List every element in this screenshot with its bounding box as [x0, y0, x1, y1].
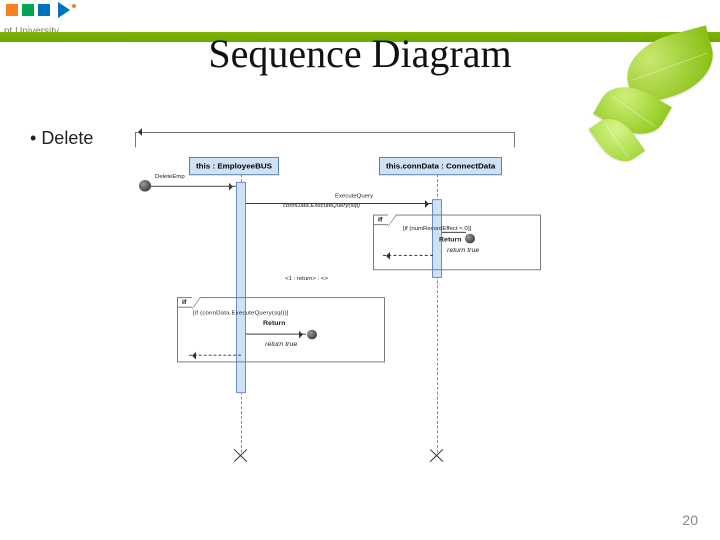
- lifeline-destroy-icon: [234, 449, 248, 462]
- msg-executequery-label: ExecuteQuery: [335, 193, 373, 199]
- fragment-if-2: if: [177, 297, 385, 362]
- return-endpoint-icon: [465, 234, 475, 244]
- msg-return-to-emp-label: <1 : return> : <>: [285, 276, 328, 282]
- page-number: 20: [682, 512, 698, 528]
- lifeline-head-employeebus: this : EmployeeBUS: [189, 157, 279, 175]
- fragment-if-2-return-val: return true: [265, 341, 297, 348]
- fragment-if-1-return-kw: Return: [439, 237, 462, 244]
- fragment-if-2-label: if: [177, 297, 192, 308]
- fragment-if-2-guard: [if (connData.ExecuteQuery(sql))]: [193, 311, 289, 317]
- bullet-delete: Delete: [30, 128, 93, 149]
- leaf-decoration: [570, 28, 720, 178]
- return-endpoint-line: [442, 232, 466, 233]
- fragment-if-2-return-kw: Return: [263, 320, 286, 327]
- return-within-frag1: [383, 255, 433, 256]
- system-frame: [135, 132, 515, 147]
- logo-triangle-icon: [58, 2, 70, 18]
- fragment-if-1-return-val: return true: [447, 247, 479, 254]
- logo-dot-icon: [72, 4, 76, 8]
- actor-call-arrow: [151, 186, 236, 187]
- return-line-frag2: [246, 334, 306, 335]
- lifeline-destroy-icon: [430, 449, 444, 462]
- logo-square-orange: [6, 4, 18, 16]
- return-endpoint-icon: [307, 330, 317, 340]
- logo-square-blue: [38, 4, 50, 16]
- msg-executequery-expr: connData.ExecuteQuery(sql): [283, 203, 360, 209]
- actor-icon: [139, 180, 151, 192]
- actor-call-label: DeleteEmp: [155, 174, 185, 180]
- lifeline-head-connectdata: this.connData : ConnectData: [379, 157, 502, 175]
- slide: pt University Sequence Diagram Delete th…: [0, 0, 720, 540]
- return-dash-frag2: [189, 355, 241, 356]
- logo-square-green: [22, 4, 34, 16]
- sequence-diagram: this : EmployeeBUS this.connData : Conne…: [135, 132, 575, 458]
- fragment-if-1-label: if: [373, 215, 388, 226]
- fpt-logo: [6, 2, 70, 18]
